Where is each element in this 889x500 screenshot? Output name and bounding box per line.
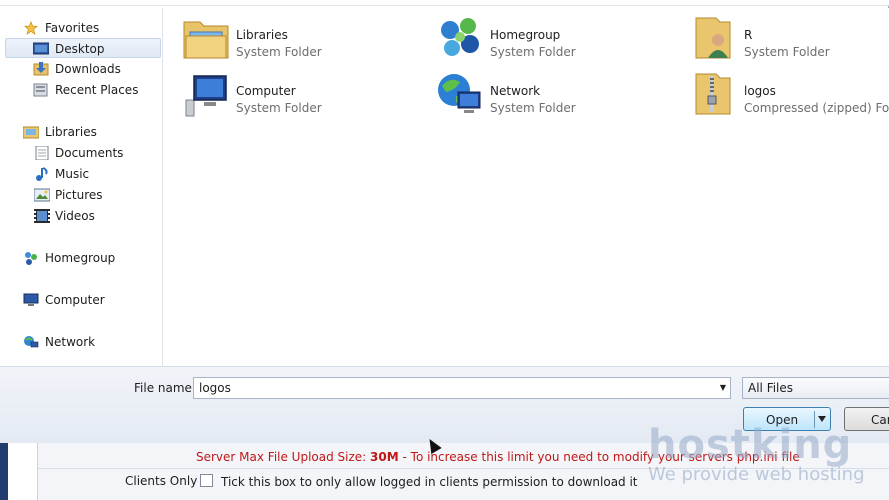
file-item-type: System Folder	[744, 45, 830, 59]
dialog-footer: File name: logos ▼ All Files Open Cancel	[0, 366, 889, 443]
upload-size-warning: Server Max File Upload Size: 30M - To in…	[196, 450, 800, 464]
open-file-dialog: Favorites Desktop Downloads Recent Place…	[0, 0, 889, 443]
nav-item-downloads[interactable]: Downloads	[5, 59, 161, 79]
dialog-top-edge	[0, 0, 889, 6]
clients-only-checkbox[interactable]	[200, 474, 213, 487]
nav-item-label: Music	[55, 167, 90, 181]
computer-icon	[185, 75, 227, 117]
file-item-type: System Folder	[236, 101, 322, 115]
open-button[interactable]: Open	[743, 407, 831, 431]
file-item-user-folder[interactable]: R System Folder	[690, 14, 889, 66]
desktop-icon	[33, 42, 49, 55]
nav-computer[interactable]: Computer	[18, 290, 158, 310]
clients-only-description: Tick this box to only allow logged in cl…	[221, 475, 638, 489]
libraries-folder-icon	[183, 21, 229, 59]
nav-network[interactable]: Network	[18, 332, 158, 352]
file-item-type: Compressed (zipped) Folder	[744, 101, 889, 115]
file-item-computer[interactable]: Computer System Folder	[182, 70, 412, 122]
nav-favorites[interactable]: Favorites	[18, 18, 158, 38]
chevron-down-icon[interactable]: ▼	[720, 383, 726, 392]
file-item-libraries[interactable]: Libraries System Folder	[182, 14, 412, 66]
file-item-logos-zip[interactable]: logos Compressed (zipped) Folder	[690, 70, 889, 122]
music-icon	[36, 167, 48, 181]
file-item-name: logos	[744, 84, 776, 98]
nav-item-label: Documents	[55, 146, 124, 160]
file-type-filter[interactable]: All Files	[742, 377, 889, 399]
cancel-button[interactable]: Cancel	[844, 407, 889, 431]
file-item-name: Libraries	[236, 28, 288, 42]
file-item-homegroup[interactable]: Homegroup System Folder	[436, 14, 666, 66]
zip-folder-icon	[695, 73, 731, 115]
warning-suffix: - To increase this limit you need to mod…	[398, 450, 800, 464]
file-item-name: Homegroup	[490, 28, 561, 42]
videos-icon	[34, 209, 50, 223]
nav-item-pictures[interactable]: Pictures	[5, 185, 161, 205]
open-dropdown-arrow-icon[interactable]	[818, 416, 826, 422]
file-name-label: File name:	[134, 381, 196, 395]
nav-item-videos[interactable]: Videos	[5, 206, 161, 226]
clients-only-label: Clients Only	[125, 474, 198, 488]
computer-icon	[23, 293, 39, 306]
form-divider	[38, 468, 889, 469]
file-item-name: Computer	[236, 84, 296, 98]
star-icon	[23, 21, 39, 35]
nav-homegroup-label: Homegroup	[45, 251, 116, 265]
file-name-value: logos	[199, 381, 231, 395]
nav-computer-label: Computer	[45, 293, 105, 307]
warning-prefix: Server Max File Upload Size:	[196, 450, 371, 464]
file-item-type: System Folder	[490, 101, 576, 115]
file-item-type: System Folder	[490, 45, 576, 59]
page-left-margin	[0, 443, 38, 500]
nav-item-music[interactable]: Music	[5, 164, 161, 184]
nav-item-label: Recent Places	[55, 83, 139, 97]
network-globe-icon	[438, 74, 481, 113]
nav-libraries-label: Libraries	[45, 125, 97, 139]
nav-item-label: Videos	[55, 209, 95, 223]
nav-item-desktop[interactable]: Desktop	[5, 38, 161, 58]
open-button-divider	[814, 411, 815, 428]
documents-icon	[35, 146, 49, 160]
file-list: Libraries System Folder Homegroup System…	[164, 8, 889, 366]
nav-item-label: Pictures	[55, 188, 103, 202]
nav-item-label: Desktop	[55, 42, 105, 56]
homegroup-icon	[25, 252, 37, 265]
nav-item-label: Downloads	[55, 62, 121, 76]
user-folder-icon	[695, 17, 731, 59]
open-button-label: Open	[766, 413, 799, 427]
homegroup-icon	[441, 18, 479, 56]
nav-homegroup[interactable]: Homegroup	[18, 248, 158, 268]
nav-network-label: Network	[45, 335, 96, 349]
nav-item-documents[interactable]: Documents	[5, 143, 161, 163]
network-icon	[24, 336, 39, 348]
file-item-name: Network	[490, 84, 541, 98]
libraries-icon	[23, 126, 39, 139]
file-item-network[interactable]: Network System Folder	[436, 70, 666, 122]
navigation-pane: Favorites Desktop Downloads Recent Place…	[0, 8, 163, 366]
downloads-icon	[33, 62, 49, 76]
file-name-input[interactable]: logos ▼	[193, 377, 731, 399]
file-type-filter-value: All Files	[748, 381, 794, 395]
nav-item-recent-places[interactable]: Recent Places	[5, 80, 161, 100]
nav-favorites-label: Favorites	[45, 21, 100, 35]
file-item-name: R	[744, 28, 753, 42]
nav-libraries[interactable]: Libraries	[18, 122, 158, 142]
recent-places-icon	[33, 83, 48, 97]
file-item-type: System Folder	[236, 45, 322, 59]
pictures-icon	[34, 188, 50, 202]
cancel-button-label: Cancel	[871, 413, 889, 427]
warning-size: 30M	[370, 450, 399, 464]
background-web-page: Server Max File Upload Size: 30M - To in…	[0, 443, 889, 500]
